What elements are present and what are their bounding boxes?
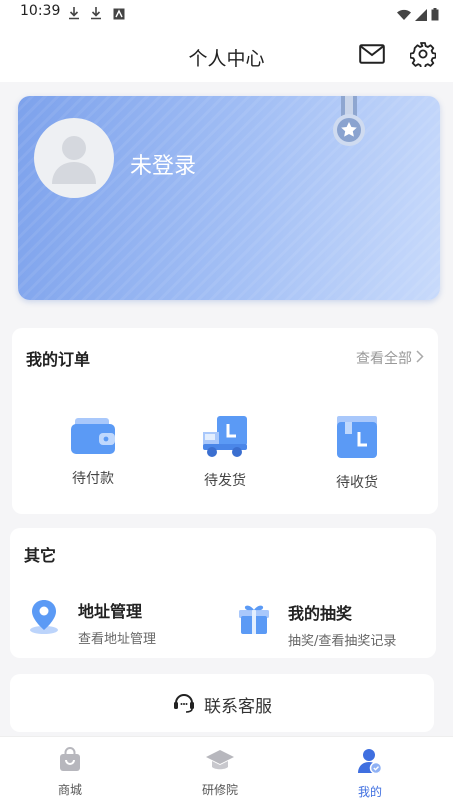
signal-icon <box>415 6 427 25</box>
mail-icon <box>359 44 385 68</box>
gear-icon <box>409 41 437 71</box>
tab-academy-label: 研修院 <box>201 783 238 797</box>
shopping-bag-icon <box>57 747 83 777</box>
status-bar: 10:39 <box>0 0 453 26</box>
default-avatar-icon <box>52 136 96 184</box>
order-pending-payment[interactable]: 待付款 <box>48 408 138 488</box>
others-title: 其它 <box>24 546 57 565</box>
status-time: 10:39 <box>20 3 61 19</box>
address-management-subtitle: 查看地址管理 <box>78 632 157 647</box>
my-lottery-subtitle: 抽奖/查看抽奖记录 <box>288 634 397 649</box>
tab-academy[interactable]: 研修院 <box>180 747 260 798</box>
others-card: 其它 地址管理 查看地址管理 我的抽奖 抽奖/查看抽奖记录 <box>10 528 436 658</box>
order-pending-shipment-label: 待发货 <box>204 473 246 489</box>
order-pending-receipt-label: 待收货 <box>336 475 378 491</box>
box-icon <box>312 412 402 464</box>
my-lottery-title: 我的抽奖 <box>288 604 353 623</box>
view-all-label: 查看全部 <box>356 351 412 367</box>
gift-icon <box>236 600 272 640</box>
battery-icon <box>431 6 439 25</box>
graduation-cap-icon <box>205 750 235 777</box>
download-icon <box>68 5 80 24</box>
truck-icon <box>180 410 270 462</box>
avatar[interactable] <box>34 118 114 198</box>
bottom-nav: 商城 研修院 我的 <box>0 736 453 806</box>
settings-button[interactable] <box>409 42 437 70</box>
message-button[interactable] <box>358 42 386 70</box>
login-status[interactable]: 未登录 <box>130 148 196 180</box>
user-icon <box>357 749 383 779</box>
orders-title: 我的订单 <box>26 350 91 369</box>
address-management-item[interactable]: 地址管理 查看地址管理 <box>26 590 226 648</box>
header: 个人中心 <box>0 26 453 82</box>
tab-mine[interactable]: 我的 <box>330 747 410 800</box>
address-management-title: 地址管理 <box>78 602 143 621</box>
headset-icon <box>172 691 196 718</box>
chevron-right-icon <box>416 349 424 367</box>
download-icon <box>90 5 102 24</box>
tab-mine-label: 我的 <box>357 785 382 799</box>
contact-service-button[interactable]: 联系客服 <box>10 674 434 732</box>
profile-card[interactable]: 未登录 <box>18 96 440 300</box>
wifi-icon <box>397 6 411 25</box>
app-notification-icon <box>113 5 125 24</box>
my-lottery-item[interactable]: 我的抽奖 抽奖/查看抽奖记录 <box>236 592 432 650</box>
tab-mall-label: 商城 <box>57 783 82 797</box>
medal-icon <box>330 96 368 156</box>
contact-service-label: 联系客服 <box>204 697 272 717</box>
order-pending-payment-label: 待付款 <box>72 471 114 487</box>
orders-card: 我的订单 查看全部 待付款 待发货 待收货 <box>12 328 438 514</box>
order-pending-shipment[interactable]: 待发货 <box>180 410 270 490</box>
wallet-icon <box>48 408 138 460</box>
tab-mall[interactable]: 商城 <box>30 747 110 798</box>
order-pending-receipt[interactable]: 待收货 <box>312 412 402 492</box>
location-pin-icon <box>26 596 62 640</box>
view-all-orders-link[interactable]: 查看全部 <box>356 348 424 368</box>
